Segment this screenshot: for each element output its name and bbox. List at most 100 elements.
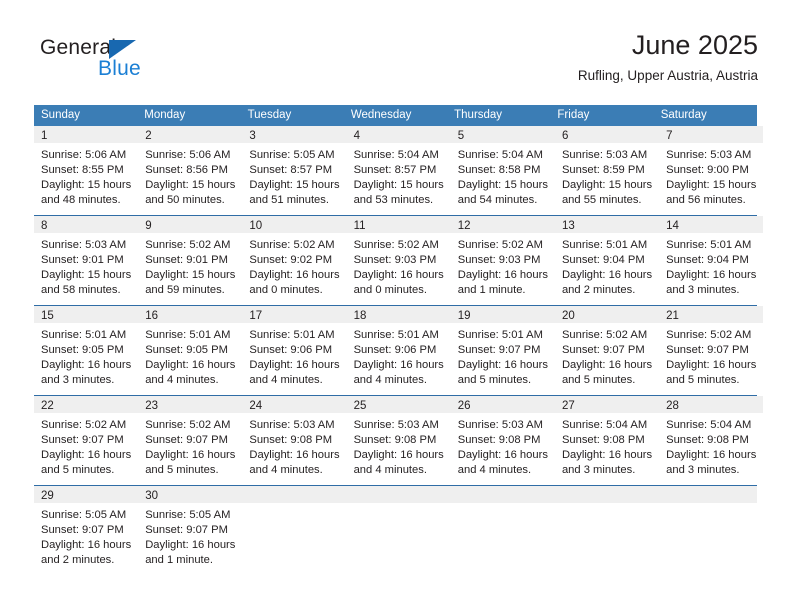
daylight-text-line1: Daylight: 15 hours [353,179,444,191]
weekday-header-monday: Monday [144,109,186,121]
day-details [345,503,448,508]
daylight-text-line1: Daylight: 16 hours [457,359,548,371]
sunset-text: Sunset: 8:59 PM [561,164,645,176]
calendar-day-cell-empty [551,486,655,575]
sunrise-text: Sunrise: 5:02 AM [145,239,231,251]
calendar-day-cell[interactable]: 11 Sunrise: 5:02 AM Sunset: 9:03 PM Dayligh… [346,216,451,305]
page-header: General Blue June 2025 Rufling, Upper Au… [34,28,758,98]
day-details: Sunrise: 5:01 AM Sunset: 9:04 PM Daylight:… [555,233,659,298]
daylight-text-line2: and 4 minutes. [249,464,323,476]
daylight-text-line2: and 56 minutes. [666,194,746,206]
calendar-day-cell[interactable]: 29 Sunrise: 5:05 AM Sunset: 9:07 PM Dayligh… [34,486,139,575]
sunrise-text: Sunrise: 5:02 AM [41,419,127,431]
day-number: 28 [666,400,679,412]
day-details: Sunrise: 5:03 AM Sunset: 9:08 PM Daylight:… [242,413,346,478]
day-number-band: 5 [450,126,555,143]
day-number: 24 [249,400,263,412]
daylight-text-line2: and 4 minutes. [457,464,532,476]
sunrise-text: Sunrise: 5:04 AM [666,419,752,431]
sunrise-text: Sunrise: 5:01 AM [666,239,752,251]
sunrise-text: Sunrise: 5:02 AM [249,239,335,251]
calendar-day-cell[interactable]: 14 Sunrise: 5:01 AM Sunset: 9:04 PM Dayligh… [659,216,764,305]
sunrise-text: Sunrise: 5:02 AM [666,329,752,341]
calendar-day-cell[interactable]: 8 Sunrise: 5:03 AM Sunset: 9:01 PM Daylight… [34,216,139,305]
day-number-band: 22 [34,396,139,413]
calendar-day-cell[interactable]: 15 Sunrise: 5:01 AM Sunset: 9:05 PM Dayligh… [34,306,139,395]
sunrise-text: Sunrise: 5:04 AM [457,149,543,161]
day-number-band [551,486,655,503]
day-details [242,503,345,508]
day-details: Sunrise: 5:01 AM Sunset: 9:06 PM Daylight:… [242,323,346,388]
calendar-day-cell[interactable]: 1 Sunrise: 5:06 AM Sunset: 8:55 PM Daylight… [34,126,139,215]
day-details: Sunrise: 5:04 AM Sunset: 9:08 PM Daylight:… [659,413,763,478]
calendar-day-cell[interactable]: 2 Sunrise: 5:06 AM Sunset: 8:56 PM Daylight… [138,126,243,215]
generalblue-logo[interactable]: General Blue [40,36,240,94]
daylight-text-line2: and 55 minutes. [561,194,642,206]
sunrise-text: Sunrise: 5:05 AM [249,149,335,161]
day-number-band: 28 [659,396,764,413]
calendar-day-cell[interactable]: 19 Sunrise: 5:01 AM Sunset: 9:07 PM Dayligh… [450,306,555,395]
day-number: 12 [457,220,471,232]
day-details: Sunrise: 5:04 AM Sunset: 8:57 PM Daylight:… [347,143,451,208]
sunrise-text: Sunrise: 5:01 AM [457,329,543,341]
sunset-text: Sunset: 9:01 PM [145,254,228,266]
day-details: Sunrise: 5:05 AM Sunset: 9:07 PM Daylight:… [34,503,138,568]
day-number-band: 30 [138,486,243,503]
calendar-day-cell[interactable]: 6 Sunrise: 5:03 AM Sunset: 8:59 PM Daylight… [554,126,660,215]
calendar-day-cell[interactable]: 3 Sunrise: 5:05 AM Sunset: 8:57 PM Daylight… [242,126,347,215]
calendar-day-cell[interactable]: 25 Sunrise: 5:03 AM Sunset: 9:08 PM Dayligh… [346,396,451,485]
day-number-band: 1 [34,126,139,143]
day-details [654,503,757,508]
calendar-day-cell[interactable]: 22 Sunrise: 5:02 AM Sunset: 9:07 PM Dayligh… [34,396,139,485]
sunrise-text: Sunrise: 5:03 AM [457,419,543,431]
calendar-day-cell[interactable]: 24 Sunrise: 5:03 AM Sunset: 9:08 PM Dayligh… [242,396,347,485]
daylight-text-line1: Daylight: 16 hours [41,449,132,461]
calendar-day-cell[interactable]: 12 Sunrise: 5:02 AM Sunset: 9:03 PM Dayligh… [450,216,555,305]
calendar-day-cell[interactable]: 5 Sunrise: 5:04 AM Sunset: 8:58 PM Daylight… [450,126,555,215]
day-details: Sunrise: 5:04 AM Sunset: 9:08 PM Daylight:… [555,413,659,478]
calendar-day-cell[interactable]: 10 Sunrise: 5:02 AM Sunset: 9:02 PM Dayligh… [242,216,347,305]
calendar-day-cell[interactable]: 21 Sunrise: 5:02 AM Sunset: 9:07 PM Dayligh… [659,306,764,395]
sunset-text: Sunset: 9:04 PM [666,254,749,266]
daylight-text-line2: and 3 minutes. [561,464,636,476]
calendar-day-cell[interactable]: 20 Sunrise: 5:02 AM Sunset: 9:07 PM Dayligh… [554,306,660,395]
sunset-text: Sunset: 9:08 PM [457,434,541,446]
sunrise-text: Sunrise: 5:03 AM [249,419,335,431]
daylight-text-line2: and 4 minutes. [353,374,427,386]
calendar-day-cell[interactable]: 4 Sunrise: 5:04 AM Sunset: 8:57 PM Daylight… [346,126,451,215]
calendar-week-row: 29 Sunrise: 5:05 AM Sunset: 9:07 PM Dayligh… [34,485,757,575]
sunset-text: Sunset: 9:07 PM [145,524,228,536]
sunset-text: Sunset: 9:08 PM [666,434,749,446]
day-details: Sunrise: 5:01 AM Sunset: 9:05 PM Daylight:… [138,323,242,388]
calendar-day-cell[interactable]: 18 Sunrise: 5:01 AM Sunset: 9:06 PM Dayligh… [346,306,451,395]
daylight-text-line1: Daylight: 16 hours [666,449,757,461]
day-number: 2 [145,130,152,142]
daylight-text-line2: and 4 minutes. [249,374,323,386]
sunrise-text: Sunrise: 5:02 AM [145,419,231,431]
calendar-day-cell[interactable]: 7 Sunrise: 5:03 AM Sunset: 9:00 PM Daylight… [659,126,764,215]
calendar-day-cell[interactable]: 9 Sunrise: 5:02 AM Sunset: 9:01 PM Daylight… [138,216,243,305]
calendar-day-cell[interactable]: 16 Sunrise: 5:01 AM Sunset: 9:05 PM Dayligh… [138,306,243,395]
calendar-day-cell[interactable]: 27 Sunrise: 5:04 AM Sunset: 9:08 PM Dayligh… [554,396,660,485]
sunrise-text: Sunrise: 5:02 AM [353,239,439,251]
day-number-band: 27 [554,396,660,413]
daylight-text-line1: Daylight: 16 hours [145,539,236,551]
day-details: Sunrise: 5:01 AM Sunset: 9:05 PM Daylight:… [34,323,138,388]
sunset-text: Sunset: 8:57 PM [353,164,437,176]
day-number-band: 23 [138,396,243,413]
calendar-day-cell[interactable]: 17 Sunrise: 5:01 AM Sunset: 9:06 PM Dayligh… [242,306,347,395]
calendar-day-cell[interactable]: 23 Sunrise: 5:02 AM Sunset: 9:07 PM Dayligh… [138,396,243,485]
daylight-text-line2: and 3 minutes. [666,284,740,296]
sunset-text: Sunset: 9:04 PM [561,254,645,266]
day-number-band: 7 [659,126,764,143]
sunset-text: Sunset: 8:57 PM [249,164,333,176]
day-details: Sunrise: 5:03 AM Sunset: 9:08 PM Daylight:… [451,413,555,478]
calendar-day-cell[interactable]: 13 Sunrise: 5:01 AM Sunset: 9:04 PM Dayligh… [554,216,660,305]
sunset-text: Sunset: 9:07 PM [561,344,645,356]
calendar-day-cell[interactable]: 30 Sunrise: 5:05 AM Sunset: 9:07 PM Dayligh… [138,486,243,575]
calendar-day-cell[interactable]: 26 Sunrise: 5:03 AM Sunset: 9:08 PM Dayligh… [450,396,555,485]
weekday-header-row: Sunday Monday Tuesday Wednesday Thursday… [34,105,757,126]
calendar-day-cell[interactable]: 28 Sunrise: 5:04 AM Sunset: 9:08 PM Dayligh… [659,396,764,485]
day-number-band: 26 [450,396,555,413]
day-number: 8 [41,220,48,232]
